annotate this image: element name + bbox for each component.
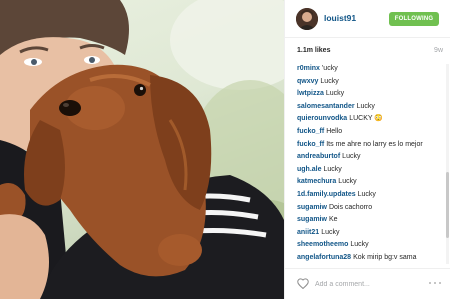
comment-text: Lucky: [350, 241, 369, 249]
comment-row: katmechura Lucky: [297, 176, 443, 189]
comment-username[interactable]: quierounvodka: [297, 115, 347, 122]
comment-text: LUCKY 😳: [349, 115, 384, 123]
comment-row: fucko_ff Its me ahre no larry es lo mejor: [297, 139, 443, 152]
comment-username[interactable]: andreaburtof: [297, 153, 340, 160]
comment-username[interactable]: fucko_ff: [297, 128, 324, 135]
username[interactable]: louist91: [324, 13, 356, 23]
comment-row: sugamiw Ke: [297, 214, 443, 227]
comments-list[interactable]: r0minx'ucky qwxvy Lucky lwtpizza Lucky salome…: [297, 63, 443, 263]
comment-row: quierounvodka LUCKY 😳: [297, 113, 443, 126]
comments-scrollbar[interactable]: [446, 64, 449, 264]
more-options-icon[interactable]: [429, 281, 441, 285]
comment-row: salomesantander Lucky: [297, 101, 443, 114]
comment-text: 'ucky: [321, 65, 338, 72]
post-meta: 1.1m likes 9w: [297, 47, 443, 59]
comment-text: Lucky: [338, 178, 357, 186]
comment-username[interactable]: ugh.ale: [297, 166, 322, 173]
comment-text: Lucky: [320, 77, 339, 85]
comment-text: Ke: [328, 216, 338, 224]
add-comment-input[interactable]: [315, 277, 425, 291]
comment-username[interactable]: lwtpizza: [297, 90, 324, 97]
comment-username[interactable]: katmechura: [297, 178, 336, 185]
comment-username[interactable]: qwxvy: [297, 78, 318, 85]
comment-row: qwxvy Lucky: [297, 76, 443, 89]
post-side-panel: louist91 FOLLOWING 1.1m likes 9w r0minx '…: [284, 0, 450, 299]
comment-row: aniit21 Lucky: [297, 227, 443, 240]
following-button[interactable]: FOLLOWING: [389, 12, 439, 26]
comment-row: angelafortuna28 Kok mirip bg:v sama: [297, 252, 443, 263]
comment-row: sugamiw Dois cachorro: [297, 202, 443, 215]
comment-text: Lucky: [357, 190, 376, 198]
heart-icon[interactable]: [297, 278, 309, 289]
comment-text: Lucky: [323, 165, 342, 173]
post-footer: [285, 268, 450, 299]
comment-text: Dois cachorro: [328, 203, 373, 211]
comment-row: r0minx'ucky: [297, 63, 443, 76]
comment-username[interactable]: sugamiw: [297, 216, 327, 223]
instagram-post: louist91 FOLLOWING 1.1m likes 9w r0minx '…: [0, 0, 450, 299]
comment-row: andreaburtof Lucky: [297, 151, 443, 164]
photo-illustration: [0, 0, 284, 299]
comment-text: Hello: [326, 127, 343, 135]
comment-row: lwtpizza Lucky: [297, 88, 443, 101]
more-dot: [438, 281, 441, 285]
comment-username[interactable]: salomesantander: [297, 103, 355, 110]
comment-username[interactable]: fucko_ff: [297, 141, 324, 148]
comment-text: Lucky: [342, 153, 361, 161]
avatar-image: [296, 8, 318, 30]
comment-username[interactable]: angelafortuna28: [297, 254, 351, 261]
comment-text: Its me ahre no larry es lo mejor: [326, 140, 423, 148]
comment-text: Lucky: [321, 228, 340, 236]
more-dot: [429, 281, 432, 285]
comment-text: Kok mirip bg:v sama: [353, 253, 417, 261]
comment-username[interactable]: aniit21: [297, 229, 319, 236]
post-photo[interactable]: [0, 0, 284, 299]
more-dot: [433, 281, 437, 285]
comment-username[interactable]: sugamiw: [297, 204, 327, 211]
comment-username[interactable]: r0minx: [297, 65, 320, 72]
comment-row: ugh.ale Lucky: [297, 164, 443, 177]
comment-text: Lucky: [356, 102, 375, 110]
post-header: louist91 FOLLOWING: [285, 0, 450, 38]
comment-username[interactable]: sheemotheemo: [297, 241, 348, 248]
likes-count[interactable]: 1.1m likes: [297, 47, 330, 54]
comment-text: Lucky: [325, 90, 345, 98]
avatar[interactable]: [296, 8, 318, 30]
post-time[interactable]: 9w: [434, 47, 443, 54]
comment-row: 1d.family.updates Lucky: [297, 189, 443, 202]
comment-row: sheemotheemo Lucky: [297, 239, 443, 252]
comment-username[interactable]: 1d.family.updates: [297, 191, 356, 198]
scrollbar-thumb[interactable]: [446, 172, 449, 238]
comment-row: fucko_ff Hello: [297, 126, 443, 139]
